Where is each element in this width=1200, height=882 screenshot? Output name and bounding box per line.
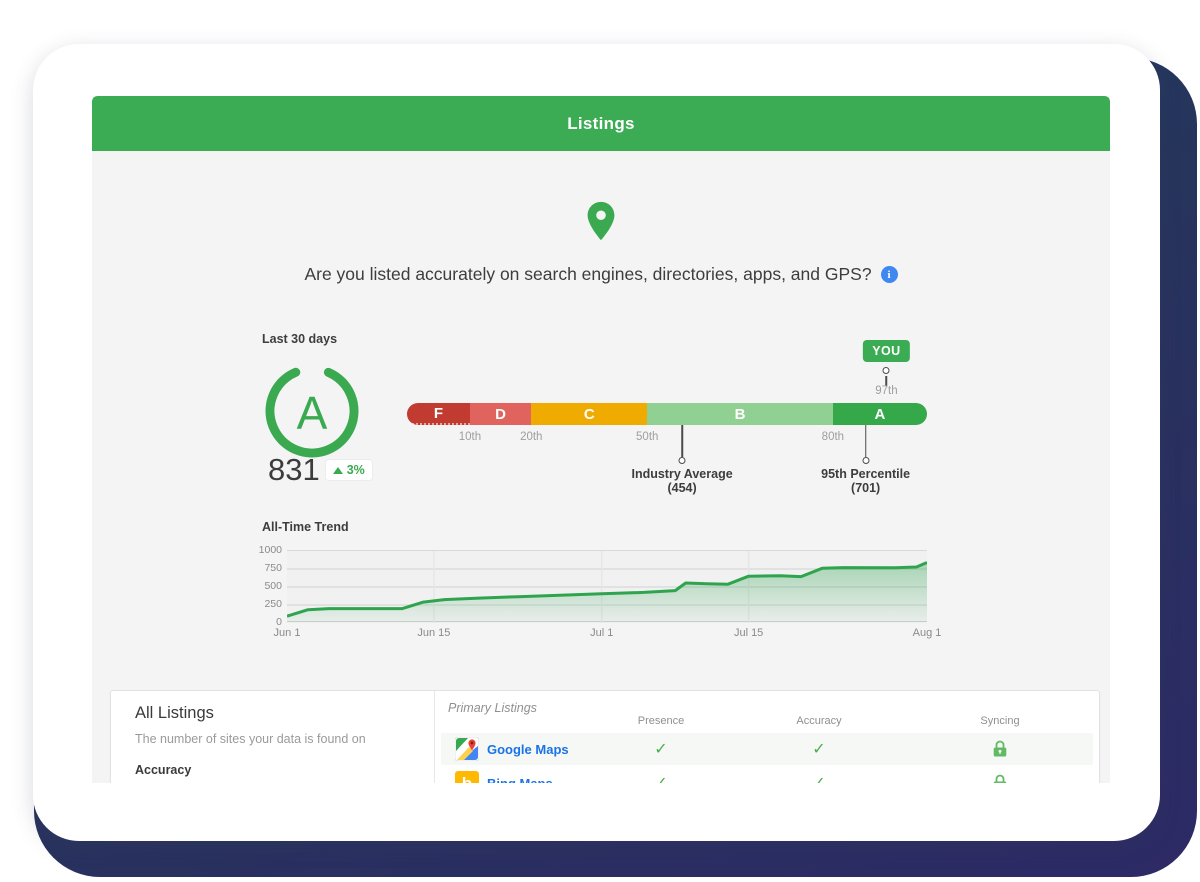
check-icon: ✓ [654,739,667,759]
trend-up-icon [333,467,343,474]
listings-panel: All Listings The number of sites your da… [110,690,1100,783]
trend-x-axis: Jun 1Jun 15Jul 1Jul 15Aug 1 [287,627,927,641]
question-text: Are you listed accurately on search engi… [304,264,871,285]
column-header-syncing: Syncing [980,715,1019,727]
pin-wrap [92,198,1110,244]
grade-letter: A [261,360,363,462]
trend-chart-plot [287,550,927,622]
tablet-card: Listings Are you listed accurately on se… [33,44,1160,841]
grade-segment-a: A [833,403,927,425]
grade-segment-d: D [470,403,531,425]
lock-icon [993,774,1008,783]
site-link[interactable]: Google Maps [487,742,569,757]
trend-line-chart [287,551,927,623]
syncing-cell [993,767,1008,783]
column-header-presence: Presence [638,715,684,727]
y-tick-label: 500 [264,580,282,592]
grade-segment-f: F [407,403,470,425]
annotation-line [681,425,683,457]
check-icon: ✓ [812,739,825,759]
panel-divider [434,691,435,783]
info-icon[interactable]: i [881,266,898,283]
bing-maps-icon: b [455,771,479,783]
y-tick-label: 750 [264,562,282,574]
annotation-line [865,425,867,457]
y-tick-label: 1000 [259,544,282,556]
accuracy-label: Accuracy [135,763,410,777]
check-icon: ✓ [812,773,825,783]
x-tick-label: Jun 1 [274,627,301,639]
percentile-tick-label: 20th [520,431,542,443]
grade-segment-b: B [647,403,833,425]
percentile-tick-label: 50th [636,431,658,443]
score-delta: 3% [347,463,365,477]
score-value: 831 [268,452,320,488]
x-tick-label: Jun 15 [417,627,450,639]
trend-chart-title: All-Time Trend [262,520,349,534]
grade-segment-c: C [531,403,647,425]
x-tick-label: Aug 1 [913,627,942,639]
x-tick-label: Jul 1 [590,627,613,639]
svg-text:b: b [462,774,472,783]
presence-cell: ✓ [654,767,667,783]
all-listings-subtitle: The number of sites your data is found o… [135,732,410,746]
page-title: Listings [567,114,635,134]
location-pin-icon [578,198,624,244]
annotation-value: (454) [667,481,696,495]
annotation-title: 95th Percentile [821,467,910,481]
annotation-dot [679,457,686,464]
question-row: Are you listed accurately on search engi… [92,264,1110,285]
accuracy-cell: ✓ [812,767,825,783]
x-tick-label: Jul 15 [734,627,763,639]
percentile-grade-bar: FDCBA [407,403,927,425]
all-listings-summary: All Listings The number of sites your da… [111,691,434,783]
annotation-title: Industry Average [631,467,732,481]
google-maps-icon [455,737,479,761]
period-label: Last 30 days [262,332,337,346]
site-link[interactable]: Bing Maps [487,776,553,783]
app-header: Listings [92,96,1110,151]
annotation-dot [862,457,869,464]
percentile-zone: YOU 97th FDCBA 10th 20th 50th 80th Industry… [407,336,927,500]
annotation-value: (701) [851,481,880,495]
trend-y-axis: 02505007501000 [240,544,282,628]
syncing-cell [993,733,1008,765]
you-badge: YOU [863,340,909,362]
presence-cell: ✓ [654,733,667,765]
score-delta-badge: 3% [326,460,372,480]
grade-gauge: A [261,360,363,462]
table-row: Google Maps ✓ ✓ [441,733,1093,765]
you-marker-dot [883,367,890,374]
percentile-tick-label: 80th [822,431,844,443]
table-row: b Bing Maps ✓ ✓ [441,767,1093,783]
all-listings-title: All Listings [135,704,410,723]
marketing-frame: Listings Are you listed accurately on se… [0,0,1200,882]
y-tick-label: 250 [264,598,282,610]
primary-listings-title: Primary Listings [448,701,537,715]
column-header-accuracy: Accuracy [796,715,841,727]
accuracy-cell: ✓ [812,733,825,765]
percentile-tick-label: 10th [459,431,481,443]
lock-icon [993,740,1008,758]
listings-app-screenshot: Listings Are you listed accurately on se… [92,96,1110,783]
you-percentile-label: 97th [875,385,897,397]
check-icon: ✓ [654,773,667,783]
score-row: 831 3% [268,452,372,488]
